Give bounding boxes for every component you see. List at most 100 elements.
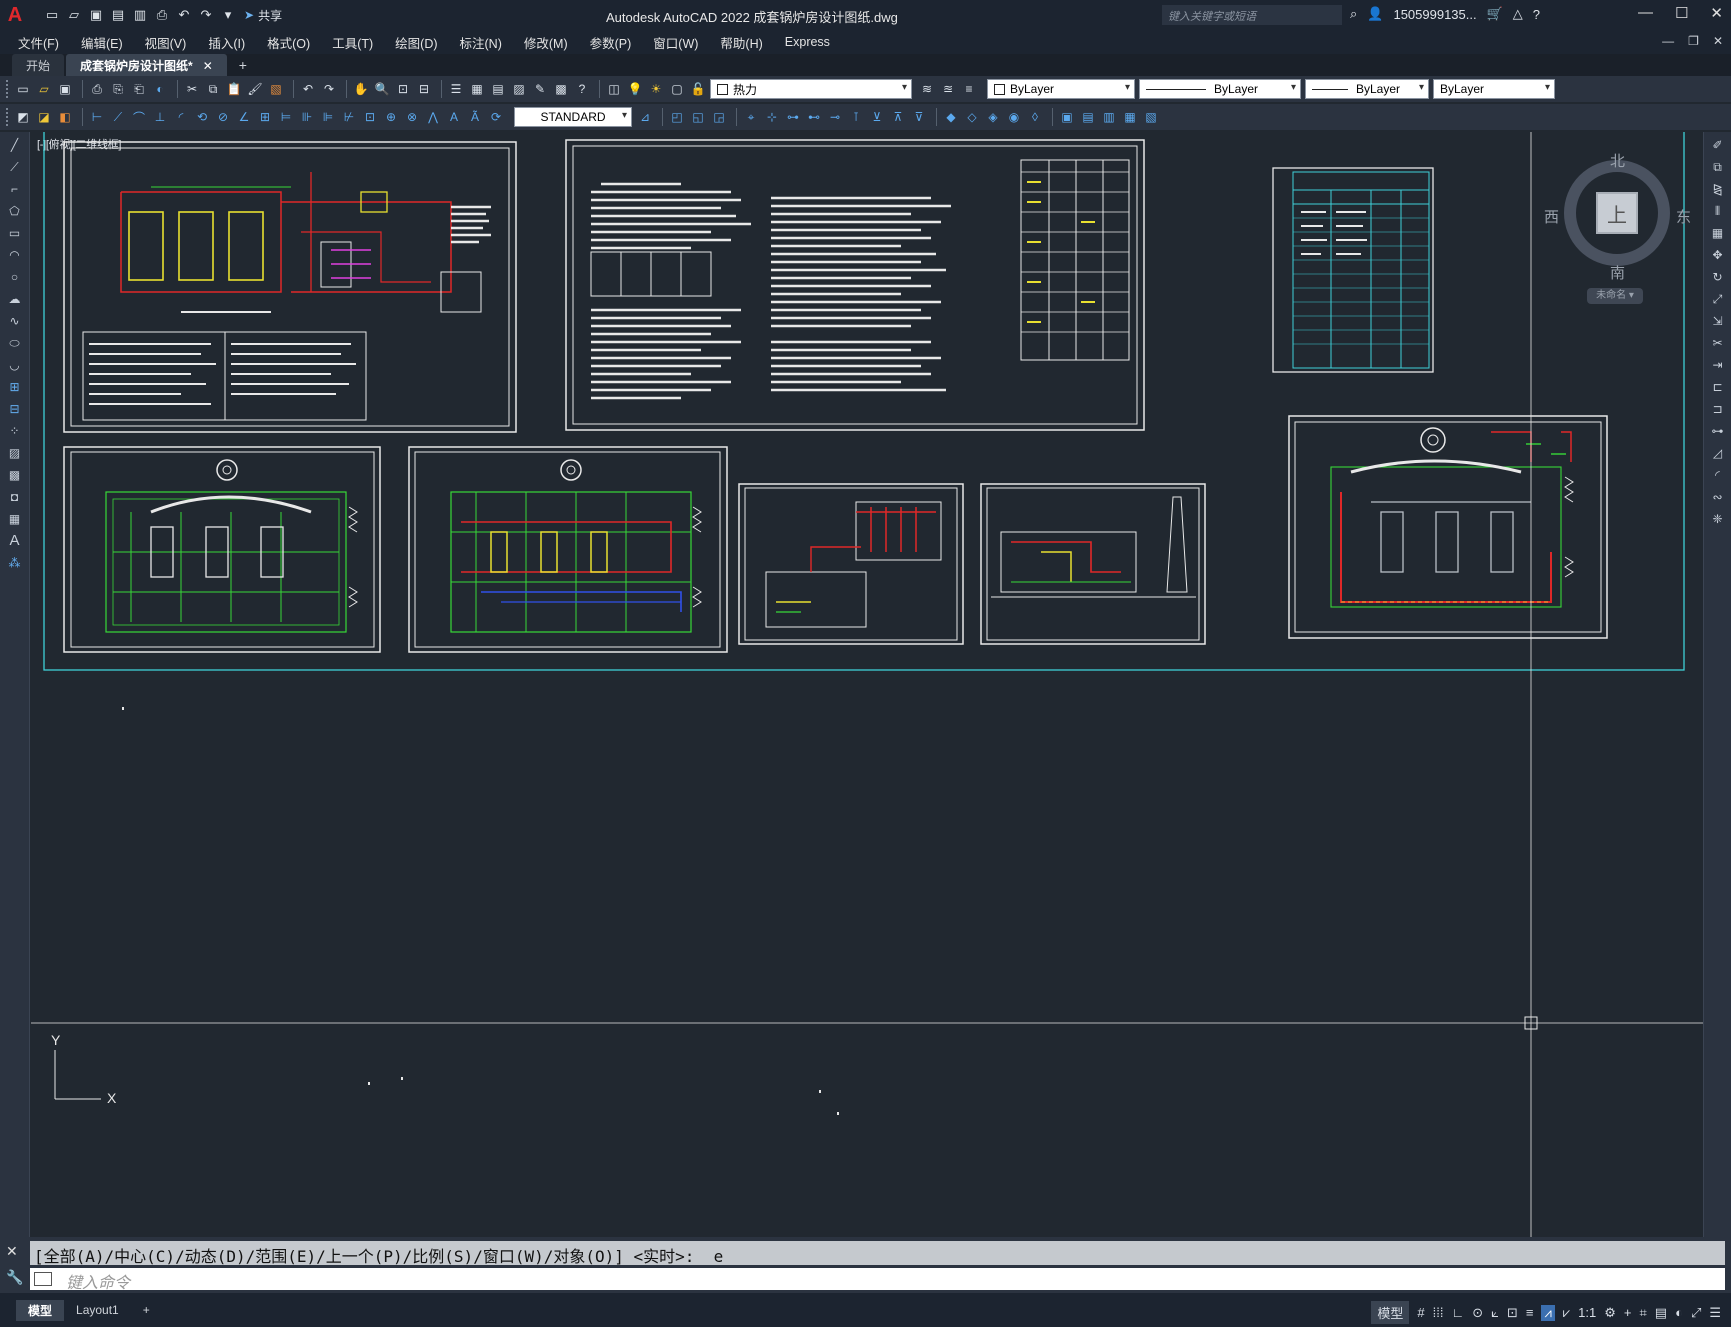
save-icon[interactable]: ▣ [56,80,74,98]
angular-dim-icon[interactable]: ∠ [235,108,253,126]
drawing-canvas[interactable]: [-][俯视][二维线框] Y X 上 北 南 西 东 未命名 ▾ [31,132,1703,1237]
close-command-line-icon[interactable]: ✕ [6,1243,18,1260]
units-icon[interactable]: ⌗ [1639,1305,1646,1321]
ucs-icon[interactable]: ⌖ [742,108,760,126]
toolbar-grip[interactable] [6,80,10,98]
fillet-icon[interactable]: ◜ [1707,466,1729,484]
3d-print-icon[interactable]: ◐ [151,80,169,98]
publish-icon[interactable]: ⎗ [130,80,148,98]
redo-icon[interactable]: ↷ [320,80,338,98]
isodraft-icon[interactable]: ⟀ [1491,1305,1499,1321]
autocad-logo[interactable]: A [0,0,30,30]
break-icon[interactable]: ⊐ [1707,400,1729,418]
menu-view[interactable]: 视图(V) [134,33,198,52]
help-icon[interactable]: ? [573,80,591,98]
web-mobile-icon[interactable]: ▥ [132,7,148,23]
qat-dropdown-icon[interactable]: ▾ [220,7,236,23]
add-layout-button[interactable]: + [131,1301,162,1319]
continue-dim-icon[interactable]: ⊪ [298,108,316,126]
lineweight-icon[interactable]: ≡ [1526,1305,1534,1320]
design-center-icon[interactable]: ▦ [468,80,486,98]
plot-icon[interactable]: ⎙ [154,7,170,23]
arc-length-icon[interactable]: ⌒ [130,108,148,126]
share-button[interactable]: ➤ 共享 [244,7,282,24]
view-top-icon[interactable]: ◰ [668,108,686,126]
menu-edit[interactable]: 编辑(E) [70,33,134,52]
qnew-icon[interactable]: ▭ [14,80,32,98]
annotation-scale[interactable]: 1:1 [1578,1305,1596,1320]
quickcalc-icon[interactable]: ▩ [552,80,570,98]
visual-style-2d-icon[interactable]: ◆ [942,108,960,126]
ortho-icon[interactable]: ∟ [1452,1305,1465,1320]
extend-icon[interactable]: ⇥ [1707,356,1729,374]
erase-icon[interactable]: ✐ [1707,136,1729,154]
user-name[interactable]: 1505999135... [1393,7,1476,22]
menu-window[interactable]: 窗口(W) [642,33,709,52]
customize-icon[interactable]: 🔧 [6,1269,23,1286]
autodesk-app-icon[interactable]: △ [1513,6,1523,22]
viewport-clip-icon[interactable]: ▥ [1100,108,1118,126]
ordinate-dim-icon[interactable]: ⊥ [151,108,169,126]
trim-icon[interactable]: ✂ [1707,334,1729,352]
dim-style-icon[interactable]: ⊿ [636,108,654,126]
blend-curves-icon[interactable]: ∾ [1707,488,1729,506]
jogged-linear-icon[interactable]: ⋀ [424,108,442,126]
doc-minimize-icon[interactable]: — [1662,34,1674,48]
compass-east[interactable]: 东 [1676,206,1691,227]
grid-icon[interactable]: # [1417,1305,1424,1320]
doc-restore-icon[interactable]: ❐ [1688,34,1699,48]
wcs-menu[interactable]: 未命名 ▾ [1587,288,1643,304]
make-block-icon[interactable]: ⊟ [4,400,26,418]
multiline-text-icon[interactable]: A [4,532,26,550]
make-layer-current-icon[interactable]: ≋ [918,80,936,98]
copy-icon[interactable]: ⧉ [204,80,222,98]
cut-icon[interactable]: ✂ [183,80,201,98]
polar-icon[interactable]: ⊙ [1472,1305,1483,1321]
maximize-icon[interactable]: ☐ [1675,4,1688,22]
search-icon[interactable]: ⌕ [1350,6,1357,22]
rectangle-icon[interactable]: ▭ [4,224,26,242]
ucs-zaxis-icon[interactable]: ⊼ [889,108,907,126]
ucs-view-icon[interactable]: ⊺ [847,108,865,126]
aligned-dim-icon[interactable]: ⟋ [109,108,127,126]
visual-style-3d-icon[interactable]: ◇ [963,108,981,126]
isolate-objects-icon[interactable]: ◐ [1675,1305,1683,1320]
array-icon[interactable]: ▦ [1707,224,1729,242]
arc-icon[interactable]: ◠ [4,246,26,264]
plotstyle-dropdown[interactable]: ByLayer ▾ [1433,79,1555,99]
break-at-point-icon[interactable]: ⊏ [1707,378,1729,396]
dim-break-icon[interactable]: ⊬ [340,108,358,126]
add-selected-icon[interactable]: ⁂ [4,554,26,572]
layer-state-icon[interactable]: ≡ [960,80,978,98]
properties-icon[interactable]: ☰ [447,80,465,98]
tolerance-icon[interactable]: ⊡ [361,108,379,126]
save-icon[interactable]: ▣ [88,7,104,23]
revcloud-icon[interactable]: ☁ [4,290,26,308]
tab-close-icon[interactable]: ✕ [203,59,213,73]
linetype-dropdown[interactable]: ByLayer ▾ [1139,79,1301,99]
stretch-icon[interactable]: ⇲ [1707,312,1729,330]
plot-preview-icon[interactable]: ⎘ [109,80,127,98]
model-space-button[interactable]: 模型 [1371,1301,1410,1324]
markup-icon[interactable]: ✎ [531,80,549,98]
command-input[interactable]: 键入命令 [30,1268,1725,1292]
undo-icon[interactable]: ↶ [299,80,317,98]
layer-walk-icon[interactable]: ◪ [35,108,53,126]
annotation-visibility-icon[interactable]: ⩘ [1541,1304,1555,1321]
point-icon[interactable]: ⁘ [4,422,26,440]
add-icon[interactable]: + [1624,1305,1632,1320]
layer-viewport-icon[interactable]: ▢ [668,80,686,98]
chamfer-icon[interactable]: ◿ [1707,444,1729,462]
view-left-icon[interactable]: ◲ [710,108,728,126]
ucs-origin-icon[interactable]: ⊻ [868,108,886,126]
menu-file[interactable]: 文件(F) [7,33,70,52]
copy-object-icon[interactable]: ⧉ [1707,158,1729,176]
viewcube[interactable]: 上 北 南 西 东 未命名 ▾ [1544,150,1691,310]
workspace-icon[interactable]: ⚙ [1604,1305,1616,1321]
color-dropdown[interactable]: ByLayer ▾ [987,79,1135,99]
zoom-previous-icon[interactable]: ⊟ [415,80,433,98]
polygon-icon[interactable]: ⬠ [4,202,26,220]
menu-insert[interactable]: 插入(I) [197,33,256,52]
center-mark-icon[interactable]: ⊕ [382,108,400,126]
menu-format[interactable]: 格式(O) [256,33,321,52]
